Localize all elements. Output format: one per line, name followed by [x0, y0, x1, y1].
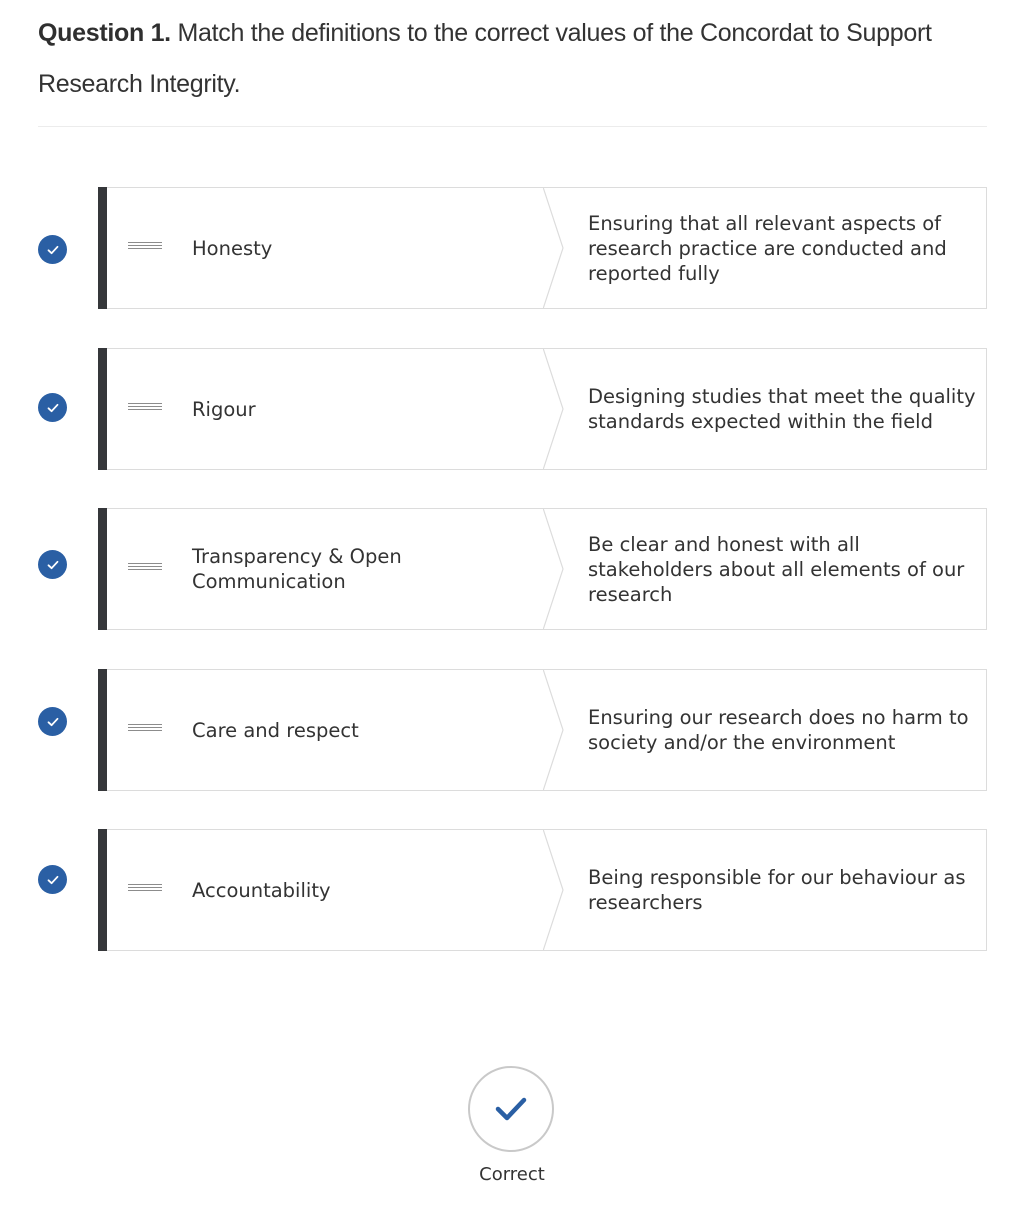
chevron-divider-icon [543, 348, 564, 470]
card-accent-bar [98, 829, 107, 951]
definition-text: Designing studies that meet the quality … [588, 385, 976, 433]
chevron-divider-icon [543, 829, 564, 951]
match-card[interactable]: Honesty Ensuring that all relevant aspec… [98, 187, 987, 309]
drag-handle-icon[interactable] [128, 242, 162, 254]
definition-text: Be clear and honest with all stakeholder… [588, 532, 965, 606]
chevron-divider-icon [543, 508, 564, 630]
term-label: Honesty [192, 236, 273, 260]
term-label: Care and respect [192, 718, 359, 742]
correct-check-icon [38, 235, 67, 264]
chevron-divider-icon [543, 187, 564, 309]
drag-handle-icon[interactable] [128, 563, 162, 575]
match-row: Honesty Ensuring that all relevant aspec… [38, 187, 987, 309]
term-label: Rigour [192, 397, 256, 421]
chevron-divider-icon [543, 669, 564, 791]
question-prompt: Question 1. Match the definitions to the… [38, 8, 978, 110]
match-row: Transparency & Open Communication Be cle… [38, 508, 987, 630]
card-accent-bar [98, 508, 107, 630]
drag-handle-icon[interactable] [128, 724, 162, 736]
question-text: Match the definitions to the correct val… [38, 19, 932, 98]
card-accent-bar [98, 348, 107, 470]
divider [38, 126, 987, 127]
checkmark-icon [495, 1097, 527, 1121]
correct-check-icon [38, 550, 67, 579]
match-card[interactable]: Care and respect Ensuring our research d… [98, 669, 987, 791]
drag-handle-icon[interactable] [128, 884, 162, 896]
term-label: Accountability [192, 878, 331, 902]
drag-handle-icon[interactable] [128, 403, 162, 415]
match-row: Care and respect Ensuring our research d… [38, 669, 987, 791]
match-row: Rigour Designing studies that meet the q… [38, 348, 987, 470]
card-accent-bar [98, 187, 107, 309]
result-label: Correct [479, 1164, 545, 1185]
match-row: Accountability Being responsible for our… [38, 829, 987, 951]
question-number: Question 1. [38, 19, 171, 47]
term-label: Transparency & Open Communication [192, 545, 402, 593]
result-badge [468, 1066, 554, 1152]
definition-text: Ensuring that all relevant aspects of re… [588, 211, 947, 285]
correct-check-icon [38, 707, 67, 736]
match-card[interactable]: Rigour Designing studies that meet the q… [98, 348, 987, 470]
match-card[interactable]: Accountability Being responsible for our… [98, 829, 987, 951]
correct-check-icon [38, 393, 67, 422]
card-accent-bar [98, 669, 107, 791]
match-card[interactable]: Transparency & Open Communication Be cle… [98, 508, 987, 630]
correct-check-icon [38, 865, 67, 894]
definition-text: Ensuring our research does no harm to so… [588, 706, 969, 754]
definition-text: Being responsible for our behaviour as r… [588, 866, 966, 914]
